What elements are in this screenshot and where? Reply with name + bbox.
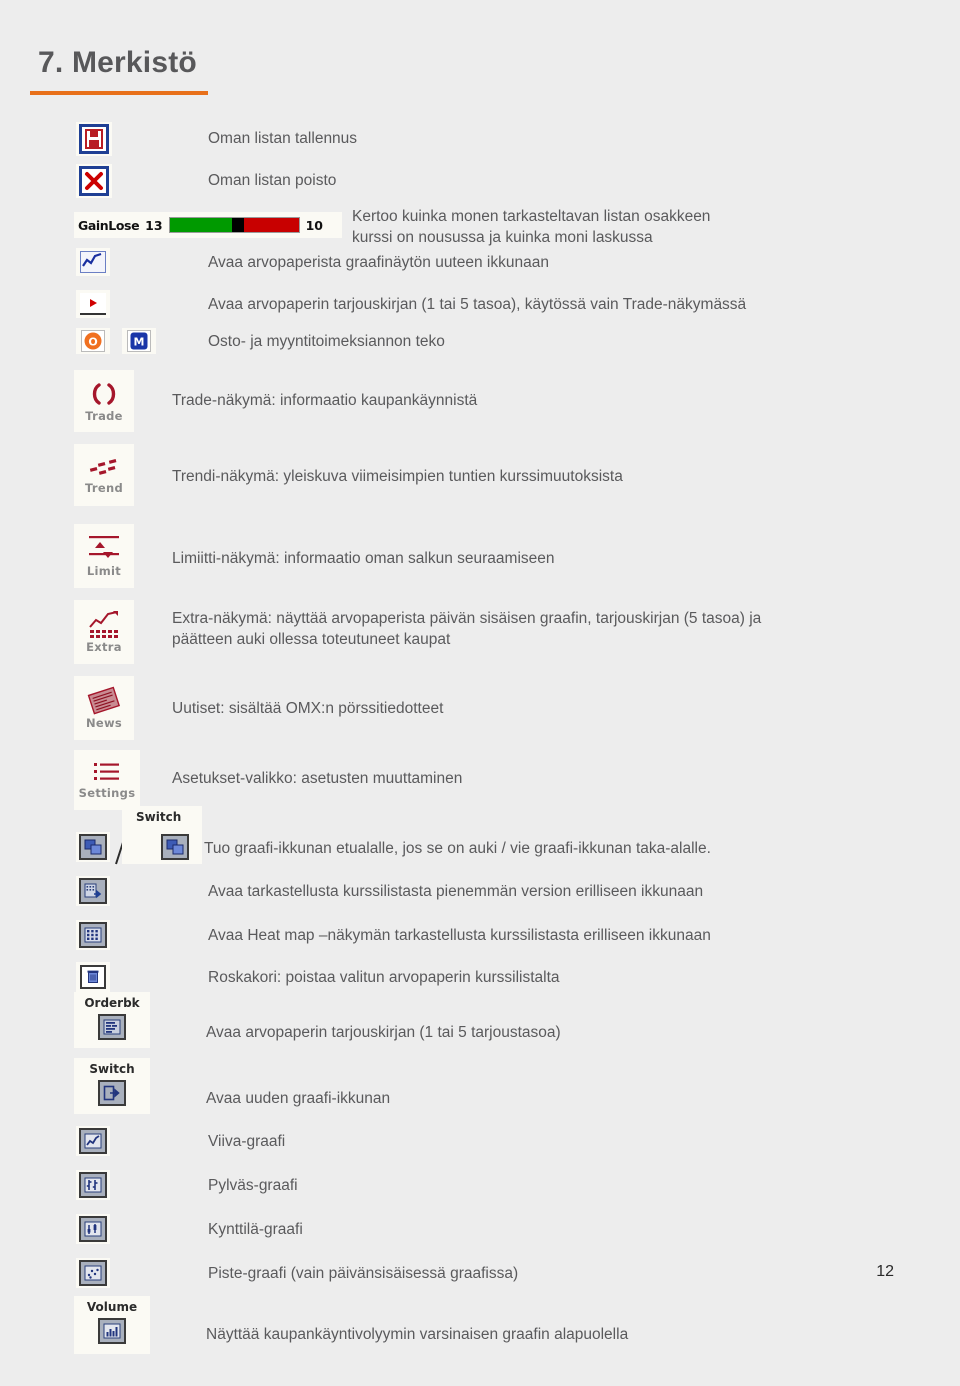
title-underline-rule: [30, 91, 208, 95]
volume-icon[interactable]: Volume: [74, 1296, 150, 1354]
save-floppy-icon[interactable]: [76, 122, 112, 156]
icon-caption: Orderbk: [84, 996, 140, 1010]
legend-row-description: Avaa uuden graafi-ikkunan: [206, 1090, 391, 1107]
legend-row-description: Limiitti-näkymä: informaatio oman salkun…: [172, 550, 555, 567]
gainlose-lose-segment: [243, 218, 299, 232]
legend-row-scatter-graph: Piste-graafi (vain päivänsisäisessä graa…: [76, 1258, 518, 1288]
legend-row-limit: Limit Limiitti-näkymä: informaatio oman …: [74, 524, 555, 588]
legend-row-trend: Trend Trendi-näkymä: yleiskuva viimeisim…: [74, 444, 623, 506]
legend-row-description: Oman listan tallennus: [208, 130, 358, 147]
icon-caption: Settings: [78, 786, 136, 800]
legend-row-description: Uutiset: sisältää OMX:n pörssitiedotteet: [172, 700, 444, 717]
legend-row-description: Avaa tarkastellusta kurssilistasta piene…: [208, 883, 704, 900]
legend-row-description: Avaa arvopaperista graafinäytön uuteen i…: [208, 254, 549, 271]
page-title: 7. Merkistö: [38, 46, 197, 79]
new-graph-window-icon[interactable]: Switch: [74, 1058, 150, 1114]
candlestick-graph-icon[interactable]: [76, 1214, 110, 1244]
legend-row-heatmap: Avaa Heat map –näkymän tarkastellusta ku…: [76, 920, 711, 950]
gainlose-divider-segment: [231, 218, 244, 232]
icon-caption: Trend: [85, 481, 123, 495]
svg-text:M: M: [134, 336, 145, 349]
line-chart-icon[interactable]: [76, 248, 110, 276]
icon-caption: Switch: [89, 1062, 135, 1076]
bar-graph-icon[interactable]: [76, 1170, 110, 1200]
limit-icon[interactable]: Limit: [74, 524, 134, 588]
legend-row-description: Oman listan poisto: [208, 172, 337, 189]
legend-row-trade: Trade Trade-näkymä: informaatio kaupankä…: [74, 370, 477, 432]
legend-row-description: Kynttilä-graafi: [208, 1221, 303, 1238]
icon-caption: Limit: [86, 564, 122, 578]
sell-order-m-icon[interactable]: M: [122, 328, 156, 354]
switch-window-icon-secondary[interactable]: [158, 832, 192, 862]
gainlose-gain-segment: [169, 218, 232, 232]
news-icon[interactable]: News: [74, 676, 134, 740]
page-number: 12: [876, 1263, 894, 1280]
gainlose-bar: [168, 217, 300, 233]
gainlose-lose-count: 10: [305, 217, 323, 233]
legend-row-line-graph: Viiva-graafi: [76, 1126, 285, 1156]
legend-row-news: News Uutiset: sisältää OMX:n pörssitiedo…: [74, 676, 443, 740]
delete-x-icon[interactable]: [76, 164, 112, 198]
svg-text:O: O: [88, 336, 97, 349]
legend-row-description: Tuo graafi-ikkunan etualalle, jos se on …: [204, 840, 711, 857]
legend-row-orderbook-arrow: Avaa arvopaperin tarjouskirjan (1 tai 5 …: [76, 290, 746, 318]
legend-row-description: Pylväs-graafi: [208, 1177, 298, 1194]
legend-row-delete: Oman listan poisto: [76, 164, 336, 198]
legend-row-description: Kertoo kuinka monen tarkasteltavan lista…: [352, 208, 711, 246]
line-graph-icon[interactable]: [76, 1126, 110, 1156]
icon-caption: Extra: [86, 640, 122, 654]
orderbook-icon[interactable]: Orderbk: [74, 992, 150, 1048]
icon-caption: News: [85, 716, 123, 730]
legend-row-description: Trendi-näkymä: yleiskuva viimeisimpien t…: [172, 468, 623, 485]
legend-row-orderbook: Orderbk Avaa arvopaperin tarjouskirjan (…: [74, 992, 561, 1048]
settings-icon[interactable]: Settings: [74, 750, 140, 810]
legend-row-description: Osto- ja myyntitoimeksiannon teko: [208, 333, 445, 350]
legend-row-description: Viiva-graafi: [208, 1133, 286, 1150]
legend-row-trash: Roskakori: poistaa valitun arvopaperin k…: [76, 962, 560, 992]
trend-icon[interactable]: Trend: [74, 444, 134, 506]
legend-row-graph-window: Avaa arvopaperista graafinäytön uuteen i…: [76, 248, 549, 276]
legend-row-settings: Settings Asetukset-valikko: asetusten mu…: [74, 750, 462, 810]
small-window-icon[interactable]: [76, 876, 110, 906]
buy-order-o-icon[interactable]: O: [76, 328, 110, 354]
legend-row-buy-sell: O M Osto- ja myyntitoimeksiannon teko: [76, 328, 445, 354]
gainlose-label: GainLose: [78, 217, 140, 233]
switch-window-icon[interactable]: [76, 832, 110, 862]
trade-icon[interactable]: Trade: [74, 370, 134, 432]
orderbook-arrow-icon[interactable]: [76, 290, 110, 318]
legend-row-small-window: Avaa tarkastellusta kurssilistasta piene…: [76, 876, 703, 906]
legend-row-extra: Extra Extra-näkymä: näyttää arvopaperist…: [74, 600, 761, 664]
icon-caption: Trade: [85, 409, 123, 423]
legend-row-candlestick-graph: Kynttilä-graafi: [76, 1214, 303, 1244]
legend-row-save: Oman listan tallennus: [76, 122, 357, 156]
legend-row-bar-graph: Pylväs-graafi: [76, 1170, 298, 1200]
gainlose-gain-count: 13: [145, 217, 163, 233]
legend-row-description: Avaa arvopaperin tarjouskirjan (1 tai 5 …: [208, 296, 747, 313]
gainlose-bar-widget[interactable]: GainLose 13 10: [74, 212, 342, 238]
heatmap-icon[interactable]: [76, 920, 110, 950]
legend-row-description: Extra-näkymä: näyttää arvopaperista päiv…: [172, 610, 762, 648]
legend-row-description: Näyttää kaupankäyntivolyymin varsinaisen…: [206, 1326, 629, 1343]
legend-row-description: Avaa arvopaperin tarjouskirjan (1 tai 5 …: [206, 1024, 561, 1041]
legend-row-description: Asetukset-valikko: asetusten muuttaminen: [172, 770, 463, 787]
extra-icon[interactable]: Extra: [74, 600, 134, 664]
scatter-graph-icon[interactable]: [76, 1258, 110, 1288]
legend-row-volume: Volume Näyttää kaupankäyntivolyymin vars…: [74, 1296, 628, 1354]
icon-caption: Volume: [86, 1300, 138, 1314]
trash-icon[interactable]: [76, 962, 110, 992]
legend-row-description: Roskakori: poistaa valitun arvopaperin k…: [208, 969, 560, 986]
legend-row-description: Trade-näkymä: informaatio kaupankäynnist…: [172, 392, 478, 409]
icon-caption: Switch: [136, 810, 182, 824]
legend-row-new-graph-window: Switch Avaa uuden graafi-ikkunan: [74, 1058, 390, 1114]
legend-row-description: Piste-graafi (vain päivänsisäisessä graa…: [208, 1265, 519, 1282]
legend-row-description: Avaa Heat map –näkymän tarkastellusta ku…: [208, 927, 711, 944]
